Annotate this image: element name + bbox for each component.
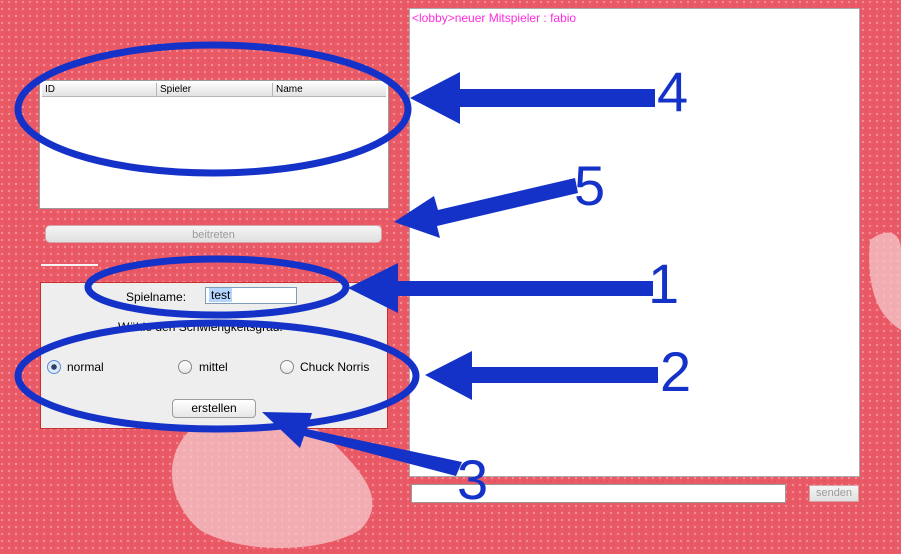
annotation-label-3: 3: [457, 448, 489, 511]
annotation-label-2: 2: [660, 340, 692, 403]
annotation-label-5: 5: [574, 154, 606, 217]
annotation-ellipse-1: [84, 255, 350, 319]
annotation-overlay: [14, 41, 658, 476]
annotation-label-1: 1: [648, 252, 680, 315]
annotation-ellipse-4: [14, 41, 412, 177]
annotation-ellipse-2: [14, 319, 420, 433]
annotation-label-4: 4: [657, 60, 689, 123]
